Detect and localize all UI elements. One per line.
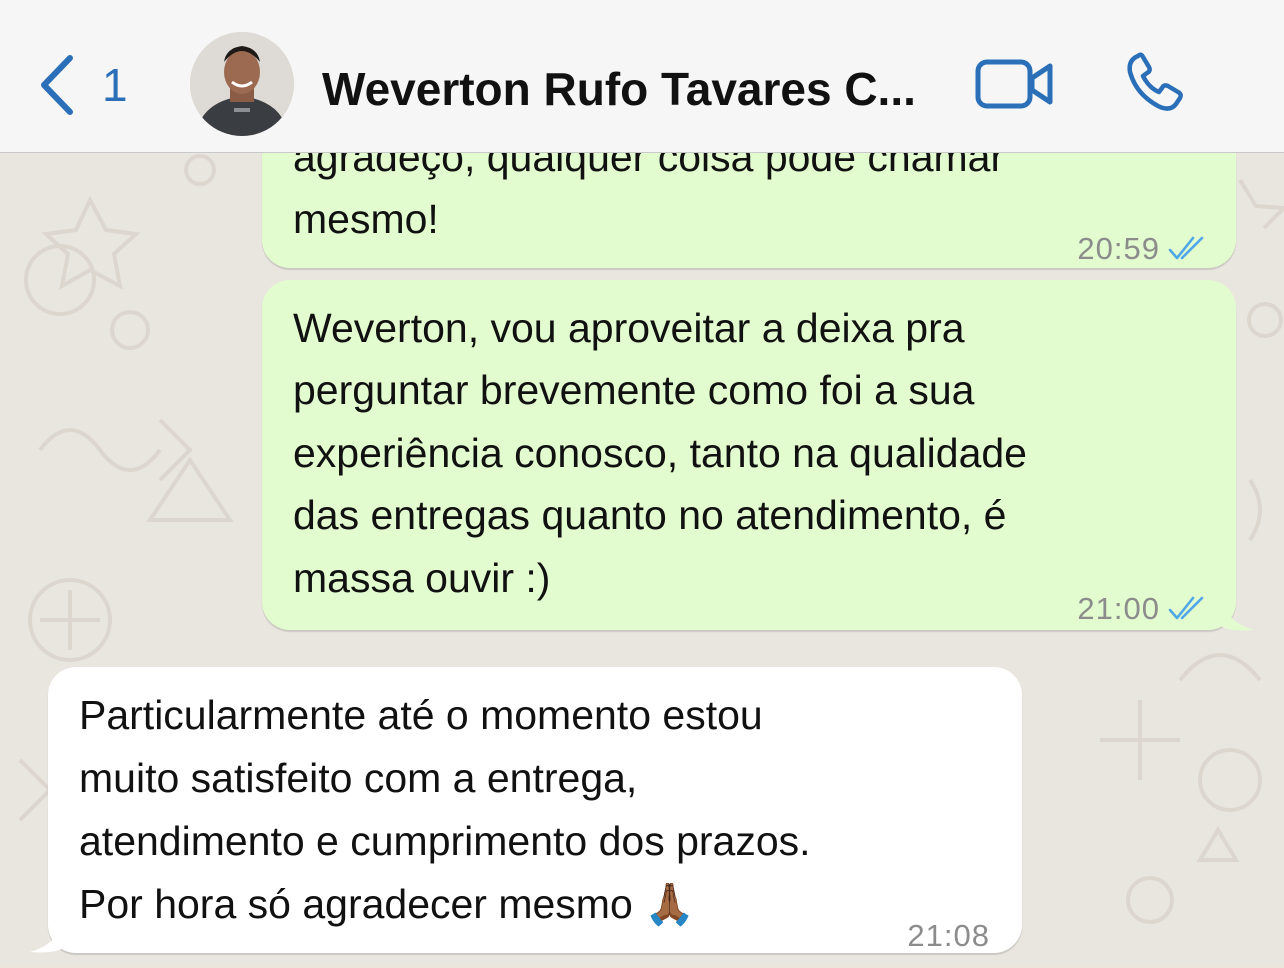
message-text-line: das entregas quanto no atendimento, é <box>293 492 1007 538</box>
bubble-tail-incoming <box>30 920 64 953</box>
message-text-line: muito satisfeito com a entrega, <box>79 755 638 801</box>
contact-name[interactable]: Weverton Rufo Tavares C... <box>322 62 942 116</box>
message-text-line: perguntar brevemente como foi a sua <box>293 367 975 413</box>
video-call-icon <box>975 59 1053 109</box>
contact-avatar[interactable] <box>190 32 294 136</box>
avatar-photo <box>190 32 294 136</box>
message-text-line: experiência conosco, tanto na qualidade <box>293 430 1027 476</box>
message-text-line: Particularmente até o momento estou <box>79 692 763 738</box>
message-meta: 21:00 <box>1077 578 1206 641</box>
message-bubble-outgoing[interactable]: Weverton, vou aproveitar a deixa pra per… <box>262 280 1236 630</box>
read-ticks-icon <box>1168 596 1204 620</box>
message-meta: 20:59 <box>1077 218 1206 281</box>
back-button[interactable]: 1 <box>36 52 146 118</box>
phone-icon <box>1127 52 1183 111</box>
chevron-left-icon <box>41 55 73 115</box>
read-ticks-icon <box>1168 236 1204 260</box>
message-meta: 21:08 <box>907 905 990 968</box>
message-time: 21:00 <box>1077 591 1160 626</box>
bubble-tail-outgoing <box>1220 598 1254 631</box>
unread-count: 1 <box>102 59 128 111</box>
chat-header: 1 Weverton Rufo Tavares C... <box>0 0 1284 153</box>
message-bubble-incoming[interactable]: Particularmente até o momento estou muit… <box>48 667 1022 953</box>
message-text-line: mesmo! <box>293 196 439 242</box>
message-time: 20:59 <box>1077 231 1160 266</box>
message-text-line: Weverton, vou aproveitar a deixa pra <box>293 305 965 351</box>
message-text-line: Por hora só agradecer mesmo 🙏🏾 <box>79 881 696 927</box>
video-call-button[interactable] <box>974 58 1056 110</box>
message-text-line: massa ouvir :) <box>293 555 551 601</box>
message-time: 21:08 <box>907 918 990 953</box>
voice-call-button[interactable] <box>1124 52 1190 114</box>
message-text-line: atendimento e cumprimento dos prazos. <box>79 818 811 864</box>
